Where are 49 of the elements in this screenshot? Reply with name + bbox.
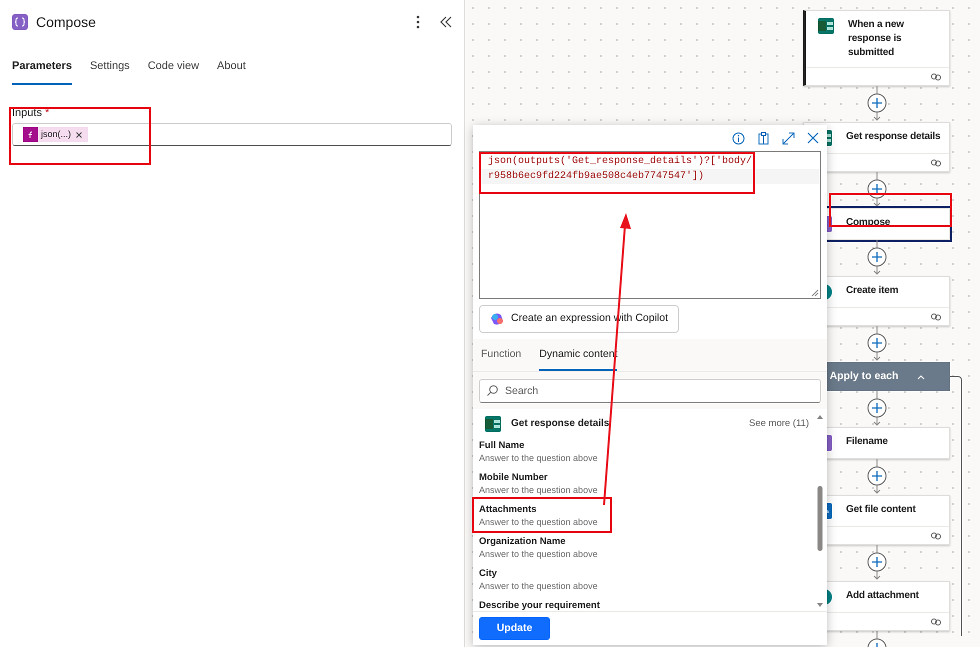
tab[interactable]: Settings — [90, 58, 130, 84]
code-line: json(outputs('Get_response_details')?['body/ — [487, 154, 754, 169]
group-title: Get response details — [511, 417, 610, 432]
link-icon — [931, 312, 941, 320]
collapse-icon[interactable] — [438, 14, 454, 30]
add-step-button[interactable] — [866, 240, 886, 276]
step-title: Create item — [846, 284, 898, 298]
link-icon — [931, 618, 941, 626]
copilot-icon — [490, 312, 505, 326]
fx-glyph-icon — [26, 130, 34, 138]
search-field[interactable]: Search — [479, 378, 821, 403]
code-editor[interactable]: json(outputs('Get_response_details')?['body/ r958b6ec9fd224fb9ae508c4eb7747547']) — [479, 151, 821, 299]
link-icon — [931, 532, 941, 540]
tab[interactable]: Parameters — [12, 58, 72, 84]
required-mark: * — [44, 106, 50, 120]
step-title: Get response details — [846, 130, 940, 144]
close-icon[interactable] — [807, 132, 819, 144]
add-step-button[interactable] — [866, 86, 886, 122]
token-label: json(...) — [40, 128, 72, 141]
tab[interactable]: About — [217, 58, 246, 84]
link-icon — [931, 158, 941, 166]
add-step-button[interactable] — [866, 545, 886, 581]
tab[interactable]: Function — [481, 347, 522, 371]
tab[interactable]: Code view — [148, 58, 200, 84]
add-step-button[interactable] — [866, 391, 886, 427]
clipboard-icon[interactable] — [757, 132, 770, 144]
expand-icon[interactable] — [782, 132, 795, 144]
remove-icon[interactable] — [74, 130, 84, 140]
expression-token[interactable]: json(...) — [23, 127, 88, 142]
add-step-button[interactable] — [866, 459, 886, 495]
forms-app-icon — [485, 416, 501, 432]
field-label: Inputs — [12, 106, 42, 120]
flow-step-card[interactable]: When a new response is submitted — [803, 10, 950, 86]
step-title: Add attachment — [846, 589, 919, 603]
forms-app-icon — [818, 18, 834, 34]
input-field[interactable]: json(...) — [12, 123, 452, 146]
add-step-button[interactable] — [866, 326, 886, 362]
step-title: Filename — [846, 435, 888, 449]
update-button[interactable]: Update — [479, 617, 550, 640]
search-icon — [487, 384, 498, 396]
link-icon — [931, 72, 941, 80]
braces-icon — [15, 17, 25, 27]
resize-grip-icon — [811, 289, 819, 297]
step-title: When a new response is submitted — [848, 18, 905, 60]
add-step-button[interactable] — [866, 172, 886, 208]
info-icon[interactable] — [732, 132, 745, 144]
step-title: Get file content — [846, 503, 916, 517]
loop-title: Apply to each — [828, 368, 900, 384]
panel-title: Compose — [36, 12, 97, 32]
